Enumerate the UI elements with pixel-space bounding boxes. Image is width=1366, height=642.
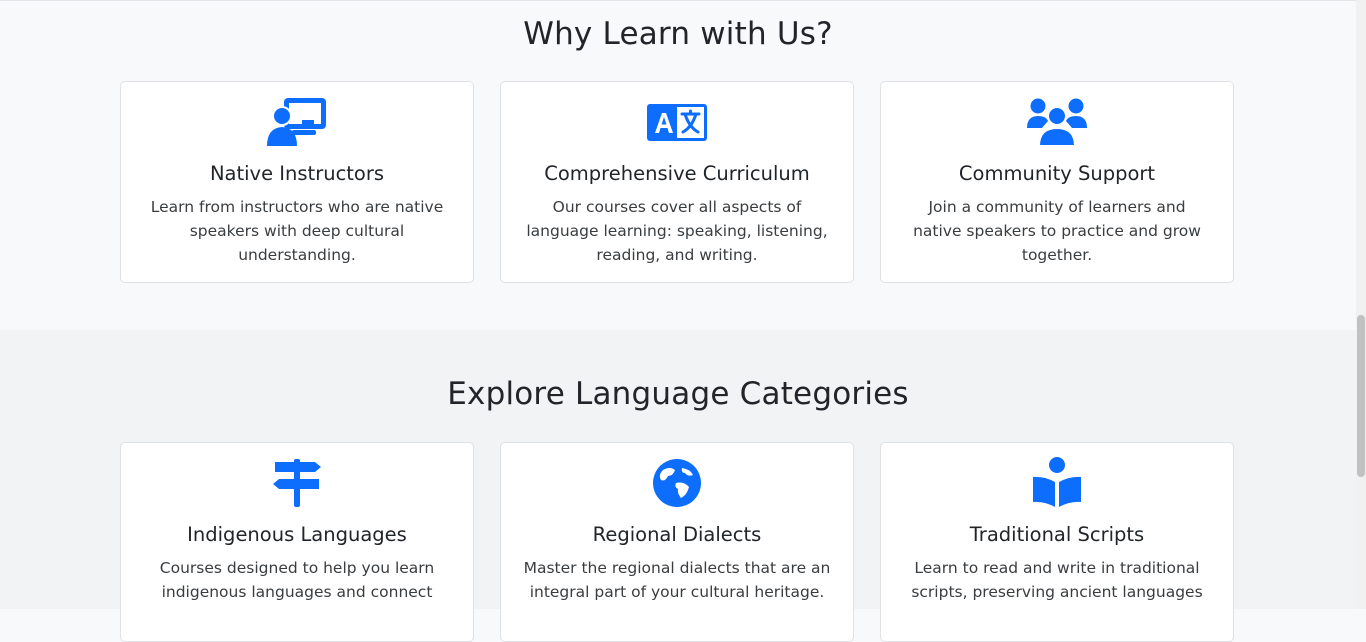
card-text: Our courses cover all aspects of languag… [526, 198, 828, 264]
card-text: Join a community of learners and native … [913, 198, 1201, 264]
card-title: Comprehensive Curriculum [544, 162, 810, 185]
scrollbar-thumb[interactable] [1357, 315, 1365, 477]
card-text: Learn to read and write in traditional s… [911, 559, 1203, 601]
feature-card-curriculum: Comprehensive Curriculum Our courses cov… [500, 81, 854, 283]
category-card-traditional-scripts[interactable]: Traditional Scripts Learn to read and wr… [880, 442, 1234, 642]
explore-categories-section: Explore Language Categories Indigenous L… [0, 330, 1356, 642]
card-text: Courses designed to help you learn indig… [159, 559, 435, 601]
card-title: Community Support [958, 162, 1156, 185]
explore-categories-title: Explore Language Categories [447, 376, 909, 412]
card-title: Regional Dialects [592, 523, 762, 546]
globe-icon [646, 457, 708, 509]
card-title: Indigenous Languages [187, 523, 407, 546]
book-reader-icon [1026, 457, 1088, 509]
card-title: Traditional Scripts [969, 523, 1145, 546]
card-text: Master the regional dialects that are an… [523, 559, 831, 601]
page-scrollbar[interactable] [1356, 0, 1366, 609]
category-card-indigenous[interactable]: Indigenous Languages Courses designed to… [120, 442, 474, 642]
users-icon [1026, 96, 1088, 148]
category-card-regional-dialects[interactable]: Regional Dialects Master the regional di… [500, 442, 854, 642]
card-text: Learn from instructors who are native sp… [150, 198, 444, 264]
feature-card-native-instructors: Native Instructors Learn from instructor… [120, 81, 474, 283]
language-icon [646, 96, 708, 148]
chalkboard-teacher-icon [266, 96, 328, 148]
card-title: Native Instructors [209, 162, 385, 185]
feature-card-community: Community Support Join a community of le… [880, 81, 1234, 283]
why-learn-title: Why Learn with Us? [523, 16, 833, 52]
signpost-icon [266, 457, 328, 509]
why-learn-section: Why Learn with Us? Native Instructors Le… [0, 1, 1356, 330]
